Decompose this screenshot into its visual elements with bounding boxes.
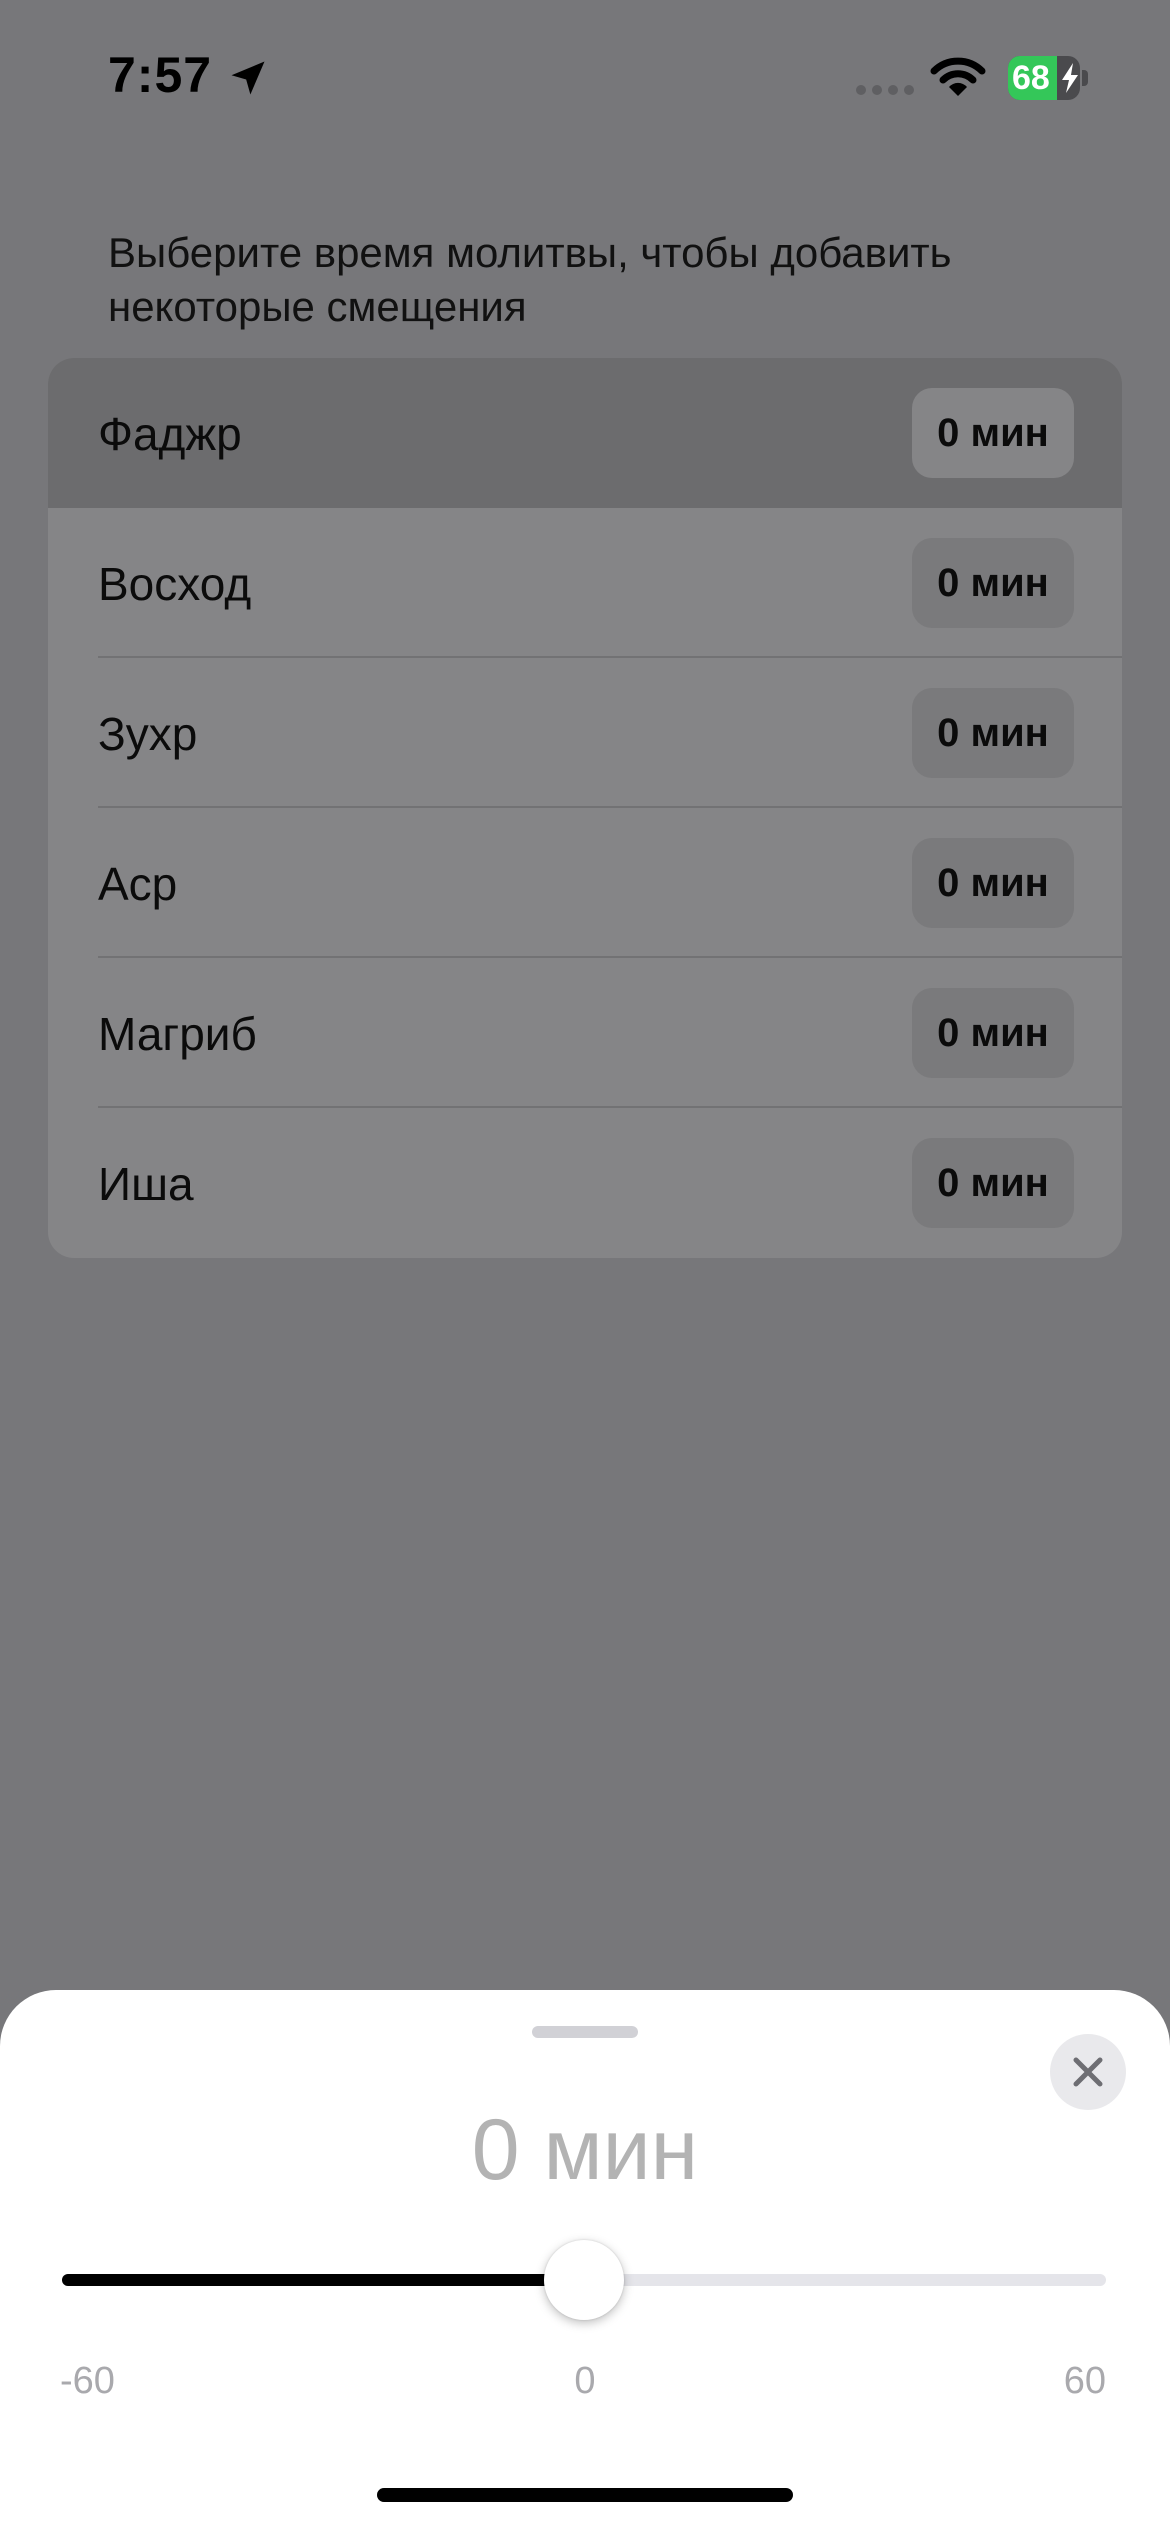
battery-tip bbox=[1082, 70, 1088, 86]
prayer-name: Магриб bbox=[98, 1008, 257, 1060]
battery-level: 68 bbox=[1012, 59, 1050, 97]
prayer-name: Фаджр bbox=[98, 408, 242, 460]
offset-badge[interactable]: 0 мин bbox=[912, 988, 1074, 1078]
prayer-row-sunrise[interactable]: Восход 0 мин bbox=[48, 508, 1122, 658]
slider-mid-label: 0 bbox=[574, 2360, 596, 2402]
prayer-name: Аср bbox=[98, 858, 178, 910]
prayer-list: Фаджр 0 мин Восход 0 мин Зухр 0 мин Аср … bbox=[48, 358, 1122, 1258]
offset-sheet: 0 мин -60 0 60 bbox=[0, 1990, 1170, 2532]
sheet-grabber[interactable] bbox=[532, 2026, 638, 2038]
prayer-row-fajr[interactable]: Фаджр 0 мин bbox=[48, 358, 1122, 508]
status-time: 7:57 bbox=[108, 47, 213, 103]
offset-value: 0 мин bbox=[471, 2102, 699, 2198]
close-icon bbox=[1073, 2057, 1103, 2087]
status-bar: 7:57 68 bbox=[0, 0, 1170, 160]
prayer-name: Зухр bbox=[98, 708, 198, 760]
offset-badge[interactable]: 0 мин bbox=[912, 838, 1074, 928]
slider-thumb[interactable] bbox=[544, 2240, 624, 2320]
slider-max-label: 60 bbox=[1063, 2360, 1106, 2402]
instruction-text: Выберите время молитвы, чтобы добавить н… bbox=[108, 229, 952, 330]
home-indicator bbox=[377, 2488, 793, 2502]
close-button[interactable] bbox=[1050, 2034, 1126, 2110]
offset-slider[interactable] bbox=[62, 2240, 1106, 2320]
prayer-row-asr[interactable]: Аср 0 мин bbox=[48, 808, 1122, 958]
prayer-name: Восход bbox=[98, 558, 252, 610]
charging-bolt-icon bbox=[1062, 63, 1078, 93]
battery-icon: 68 bbox=[1008, 56, 1088, 100]
prayer-row-maghrib[interactable]: Магриб 0 мин bbox=[48, 958, 1122, 1108]
location-arrow-icon bbox=[231, 61, 265, 95]
offset-badge[interactable]: 0 мин bbox=[912, 688, 1074, 778]
prayer-name: Иша bbox=[98, 1158, 194, 1210]
prayer-row-isha[interactable]: Иша 0 мин bbox=[48, 1108, 1122, 1258]
offset-badge[interactable]: 0 мин bbox=[912, 538, 1074, 628]
offset-badge[interactable]: 0 мин bbox=[912, 388, 1074, 478]
offset-badge[interactable]: 0 мин bbox=[912, 1138, 1074, 1228]
prayer-row-dhuhr[interactable]: Зухр 0 мин bbox=[48, 658, 1122, 808]
signal-icon bbox=[856, 85, 914, 95]
wifi-icon bbox=[930, 57, 986, 96]
slider-fill bbox=[62, 2274, 584, 2286]
battery-body: 68 bbox=[1008, 56, 1080, 100]
